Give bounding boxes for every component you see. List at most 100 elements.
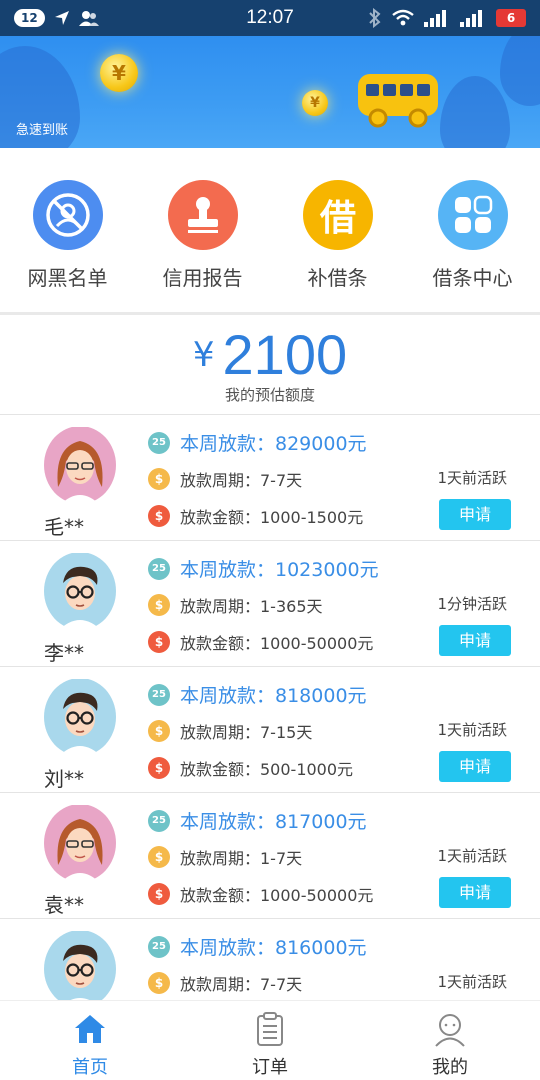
weekly-loans-text: 本周放款：1023000元 [180,559,379,581]
avatar [44,930,116,1000]
money-bag-icon: $ [148,846,170,868]
weekly-loans-text: 本周放款：818000元 [180,685,367,707]
avatar [44,804,116,885]
currency-symbol: ¥ [192,335,215,375]
quick-nav-blacklist[interactable]: 网黑名单 [0,150,135,312]
home-icon [75,1015,105,1043]
quick-nav-credit-report[interactable]: 信用报告 [135,150,270,312]
blacklist-icon [33,180,103,250]
activity-status: 1分钟活跃 [437,595,507,613]
clipboard-icon [257,1012,283,1046]
tab-orders[interactable]: 订单 [180,1001,360,1080]
estimated-quota: ¥2100 我的预估额度 [0,316,540,412]
bluetooth-icon [369,8,381,28]
lender-row[interactable]: 袁** 25 本周放款：817000元 $ 放款周期：1-7天 $ 放款金额：1000-50… [0,793,540,919]
weekly-loans-text: 本周放款：829000元 [180,433,367,455]
weekly-loans-text: 本周放款：816000元 [180,937,367,959]
tab-home[interactable]: 首页 [0,1001,180,1080]
avatar [44,426,116,507]
weekly-loans: 25 本周放款：816000元 [148,933,367,960]
quick-nav-label: 信用报告 [162,266,243,290]
quick-nav-add-note[interactable]: 借 补借条 [270,150,405,312]
loan-period-text: 放款周期：7-7天 [180,471,303,490]
quick-nav-label: 网黑名单 [27,266,108,290]
weekly-loans: 25 本周放款：829000元 [148,429,367,456]
loan-period: $ 放款周期：1-7天 [148,845,302,869]
lender-name: 袁** [44,893,84,917]
activity-status: 1天前活跃 [437,847,507,865]
money-bag-icon: $ [148,720,170,742]
promo-banner[interactable]: ¥ ¥ 急速到账 [0,36,540,148]
wifi-icon [392,9,414,26]
stamp-icon [168,180,238,250]
signal-icon [424,10,446,27]
lender-name: 刘** [44,767,84,791]
loan-period-text: 放款周期：1-7天 [180,849,303,868]
loan-amount-text: 放款金额：1000-50000元 [180,634,374,653]
loan-amount: $ 放款金额：1000-50000元 [148,882,373,906]
quota-value: 2100 [222,323,348,386]
tab-me[interactable]: 我的 [360,1001,540,1080]
loan-period: $ 放款周期：7-7天 [148,467,302,491]
loan-period: $ 放款周期：7-15天 [148,719,312,743]
loan-amount: $ 放款金额：1000-50000元 [148,630,373,654]
lender-row[interactable]: 李** 25 本周放款：1023000元 $ 放款周期：1-365天 $ 放款金额：1000… [0,541,540,667]
weekly-loans: 25 本周放款：817000元 [148,807,367,834]
quick-nav-note-center[interactable]: 借条中心 [405,150,540,312]
apply-button[interactable]: 申请 [439,625,511,656]
calendar-icon: 25 [148,935,170,958]
quick-nav: 网黑名单 信用报告 借 补借条 借条中心 [0,150,540,312]
user-icon [435,1014,465,1047]
section-divider [0,312,540,315]
banner-caption: 急速到账 [16,123,69,138]
coin-icon: ¥ [100,54,138,92]
lender-list[interactable]: 毛** 25 本周放款：829000元 $ 放款周期：7-7天 $ 放款金额：1000-15… [0,414,540,1000]
apply-button[interactable]: 申请 [439,499,511,530]
weekly-loans: 25 本周放款：1023000元 [148,555,379,582]
money-bag-icon: $ [148,972,170,994]
loan-amount: $ 放款金额：500-1000元 [148,756,353,780]
bus-icon [358,74,438,128]
coin-icon-small: ¥ [302,90,328,116]
borrow-note-icon: 借 [303,180,373,250]
quick-nav-label: 补借条 [307,266,368,290]
quota-amount: ¥2100 [0,322,540,387]
calendar-icon: 25 [148,431,170,454]
lender-name: 毛** [44,515,84,539]
lender-row[interactable]: 刘** 25 本周放款：818000元 $ 放款周期：7-15天 $ 放款金额：500-10… [0,667,540,793]
tab-label: 我的 [432,1057,468,1078]
dollar-icon: $ [148,883,170,905]
bottom-tab-bar: 首页 订单 我的 [0,1000,540,1080]
loan-period-text: 放款周期：1-365天 [180,597,323,616]
loan-period: $ 放款周期：1-365天 [148,593,323,617]
activity-status: 1天前活跃 [437,469,507,487]
loan-period: $ 放款周期：7-7天 [148,971,302,995]
activity-status: 1天前活跃 [437,973,507,991]
calendar-icon: 25 [148,683,170,706]
apply-button[interactable]: 申请 [439,877,511,908]
grid-icon [438,180,508,250]
loan-amount-text: 放款金额：1000-50000元 [180,886,374,905]
lender-name: 李** [44,641,84,665]
weekly-loans: 25 本周放款：818000元 [148,681,367,708]
money-bag-icon: $ [148,594,170,616]
lender-row[interactable]: 25 本周放款：816000元 $ 放款周期：7-7天 1天前活跃 [0,919,540,1000]
activity-status: 1天前活跃 [437,721,507,739]
dollar-icon: $ [148,631,170,653]
battery-indicator: 6 [496,9,526,27]
tab-label: 订单 [252,1057,288,1078]
tab-label: 首页 [72,1057,108,1078]
lender-row[interactable]: 毛** 25 本周放款：829000元 $ 放款周期：7-7天 $ 放款金额：1000-15… [0,415,540,541]
calendar-icon: 25 [148,809,170,832]
loan-amount-text: 放款金额：1000-1500元 [180,508,364,527]
apply-button[interactable]: 申请 [439,751,511,782]
quota-label: 我的预估额度 [224,386,315,404]
calendar-icon: 25 [148,557,170,580]
avatar [44,678,116,759]
loan-amount: $ 放款金额：1000-1500元 [148,504,363,528]
money-bag-icon: $ [148,468,170,490]
weekly-loans-text: 本周放款：817000元 [180,811,367,833]
quick-nav-label: 借条中心 [432,266,513,290]
dollar-icon: $ [148,757,170,779]
loan-amount-text: 放款金额：500-1000元 [180,760,354,779]
